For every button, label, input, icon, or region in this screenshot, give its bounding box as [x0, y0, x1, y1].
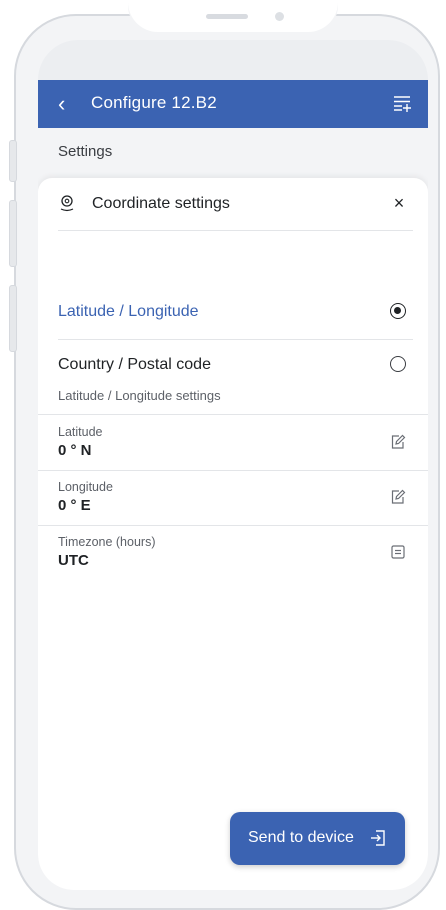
- send-button-label: Send to device: [248, 829, 354, 846]
- radio-button-checked[interactable]: [390, 303, 406, 319]
- phone-side-button: [9, 285, 17, 352]
- back-icon[interactable]: ‹: [58, 93, 76, 115]
- field-label: Timezone (hours): [58, 535, 156, 549]
- close-icon[interactable]: ×: [390, 194, 408, 212]
- option-latitude-longitude[interactable]: Latitude / Longitude: [38, 287, 428, 339]
- timezone-field[interactable]: Timezone (hours) UTC: [38, 526, 428, 581]
- longitude-field[interactable]: Longitude 0 ° E: [38, 471, 428, 526]
- option-country-postal-code[interactable]: Country / Postal code: [38, 340, 428, 392]
- location-pin-icon: [60, 195, 74, 212]
- edit-icon[interactable]: [390, 489, 406, 505]
- panel-header: Coordinate settings ×: [38, 178, 428, 230]
- settings-label: Settings: [58, 143, 113, 160]
- divider: [38, 414, 428, 415]
- list-icon[interactable]: [390, 544, 406, 560]
- divider: [58, 230, 413, 231]
- field-label: Longitude: [58, 480, 113, 494]
- panel-title: Coordinate settings: [92, 195, 230, 212]
- screen: ‹ Configure 12.B2 Settings Coordinate se…: [38, 40, 428, 890]
- page-title: Configure 12.B2: [91, 93, 217, 112]
- edit-icon[interactable]: [390, 434, 406, 450]
- phone-side-button: [9, 140, 17, 182]
- option-label: Country / Postal code: [58, 356, 211, 373]
- latitude-field[interactable]: Latitude 0 ° N: [38, 416, 428, 471]
- field-label: Latitude: [58, 425, 103, 439]
- status-area: [38, 40, 428, 80]
- top-app-bar: ‹ Configure 12.B2: [38, 80, 428, 128]
- field-value: UTC: [58, 552, 89, 569]
- field-value: 0 ° E: [58, 497, 91, 514]
- radio-button[interactable]: [390, 356, 406, 372]
- option-label: Latitude / Longitude: [58, 303, 199, 320]
- send-to-device-button[interactable]: Send to device: [230, 812, 405, 865]
- section-label: Latitude / Longitude settings: [58, 388, 221, 403]
- phone-side-button: [9, 200, 17, 267]
- enter-icon: [371, 830, 385, 846]
- settings-breadcrumb: Settings: [38, 128, 428, 174]
- field-value: 0 ° N: [58, 442, 92, 459]
- coordinate-settings-panel: Coordinate settings × Latitude / Longitu…: [38, 178, 428, 890]
- menu-add-icon[interactable]: [392, 93, 412, 113]
